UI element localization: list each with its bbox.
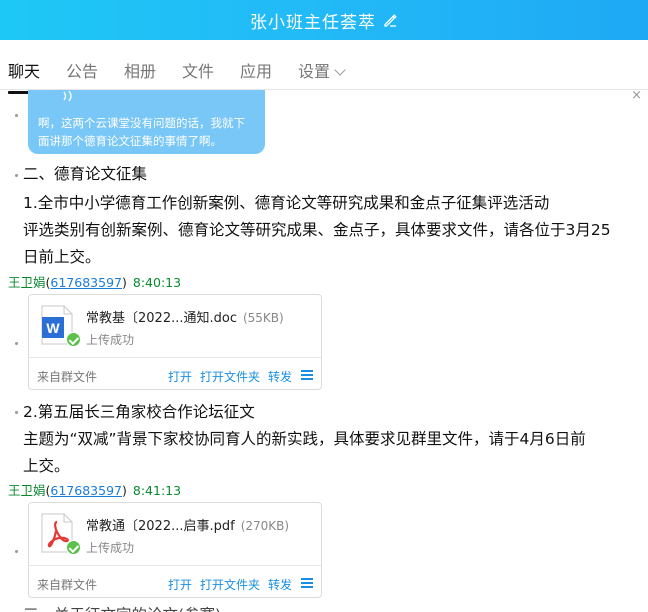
sender-qq-link[interactable]: 617683597 (50, 275, 122, 290)
sender-name[interactable]: 王卫娟 (8, 483, 46, 498)
tab-bar: 聊天 公告 相册 文件 应用 设置 (0, 40, 648, 94)
tab-album[interactable]: 相册 (124, 58, 156, 82)
tab-settings[interactable]: 设置 (298, 58, 346, 82)
item1-desc-line2: 日前上交。 (23, 248, 101, 266)
message-bullet (15, 550, 18, 553)
more-menu-icon[interactable] (301, 578, 313, 588)
voice-wave-icon (63, 90, 72, 102)
message-bullet (15, 174, 18, 177)
upload-status: 上传成功 (86, 333, 135, 347)
upload-success-check-icon (66, 540, 81, 555)
edit-icon[interactable] (382, 12, 398, 28)
message-time: 8:41:13 (132, 483, 182, 498)
message-sender: 王卫娟(617683597) 8:40:13 (8, 275, 182, 290)
group-title: 张小班主任荟萃 (250, 12, 376, 33)
chat-messages: 啊，这两个云课堂没有问题的话，我就下 面讲那个德育论文征集的事情了啊。 二、德育… (0, 90, 648, 612)
open-file-link[interactable]: 打开 (168, 576, 192, 593)
file-source: 来自群文件 (37, 370, 98, 384)
message-bullet (15, 411, 18, 414)
file-source: 来自群文件 (37, 578, 98, 592)
open-folder-link[interactable]: 打开文件夹 (200, 576, 260, 593)
partial-text-line: 三、关于征文字的论文(参赛) (23, 603, 221, 612)
file-name[interactable]: 常教基〔2022...通知.doc (55KB) (86, 307, 284, 326)
upload-status: 上传成功 (86, 541, 135, 555)
forward-link[interactable]: 转发 (268, 368, 292, 385)
item2-title: 2.第五届长三角家校合作论坛征文 (23, 403, 255, 421)
item1-title: 1.全市中小学德育工作创新案例、德育论文等研究成果和金点子征集评选活动 (23, 194, 550, 212)
file-card[interactable]: 常教通〔2022...启事.pdf (270KB) 上传成功 来自群文件 打开 打… (28, 502, 322, 598)
tab-chat[interactable]: 聊天 (8, 58, 41, 94)
tab-apps[interactable]: 应用 (240, 58, 272, 82)
divider (29, 565, 321, 566)
item2-desc-line2: 上交。 (23, 457, 70, 475)
tab-announcement[interactable]: 公告 (66, 58, 98, 82)
open-file-link[interactable]: 打开 (168, 368, 192, 385)
bubble-text-line1: 啊，这两个云课堂没有问题的话，我就下 (38, 116, 245, 130)
voice-transcript-bubble: 啊，这两个云课堂没有问题的话，我就下 面讲那个德育论文征集的事情了啊。 (28, 90, 265, 154)
message-bullet (15, 342, 18, 345)
file-name-text: 常教通〔2022...启事.pdf (86, 519, 235, 534)
forward-link[interactable]: 转发 (268, 576, 292, 593)
file-size: (55KB) (242, 311, 284, 325)
message-sender: 王卫娟(617683597) 8:41:13 (8, 483, 182, 498)
upload-success-check-icon (66, 332, 81, 347)
tab-files[interactable]: 文件 (182, 58, 214, 82)
chevron-down-icon (334, 64, 346, 76)
svg-text:W: W (46, 320, 60, 336)
chat-title-bar: 张小班主任荟萃 (0, 0, 648, 40)
bubble-text-line2: 面讲那个德育论文征集的事情了啊。 (38, 134, 222, 148)
sender-qq-link[interactable]: 617683597 (50, 483, 122, 498)
message-time: 8:40:13 (132, 275, 182, 290)
item1-desc-line1: 评选类别有创新案例、德育论文等研究成果、金点子，具体要求文件，请各位于3月25 (23, 221, 611, 239)
open-folder-link[interactable]: 打开文件夹 (200, 368, 260, 385)
section-heading: 二、德育论文征集 (23, 165, 148, 183)
message-bullet (15, 114, 18, 117)
file-name[interactable]: 常教通〔2022...启事.pdf (270KB) (86, 515, 289, 534)
file-size: (270KB) (240, 519, 290, 533)
tab-settings-label: 设置 (298, 62, 331, 81)
divider (29, 357, 321, 358)
file-card[interactable]: W 常教基〔2022...通知.doc (55KB) 上传成功 来自群文件 打开 … (28, 294, 322, 390)
item2-desc-line1: 主题为“双减”背景下家校协同育人的新实践，具体要求见群里文件，请于4月6日前 (23, 430, 586, 448)
file-name-text: 常教基〔2022...通知.doc (86, 311, 237, 326)
sender-name[interactable]: 王卫娟 (8, 275, 46, 290)
more-menu-icon[interactable] (301, 370, 313, 380)
